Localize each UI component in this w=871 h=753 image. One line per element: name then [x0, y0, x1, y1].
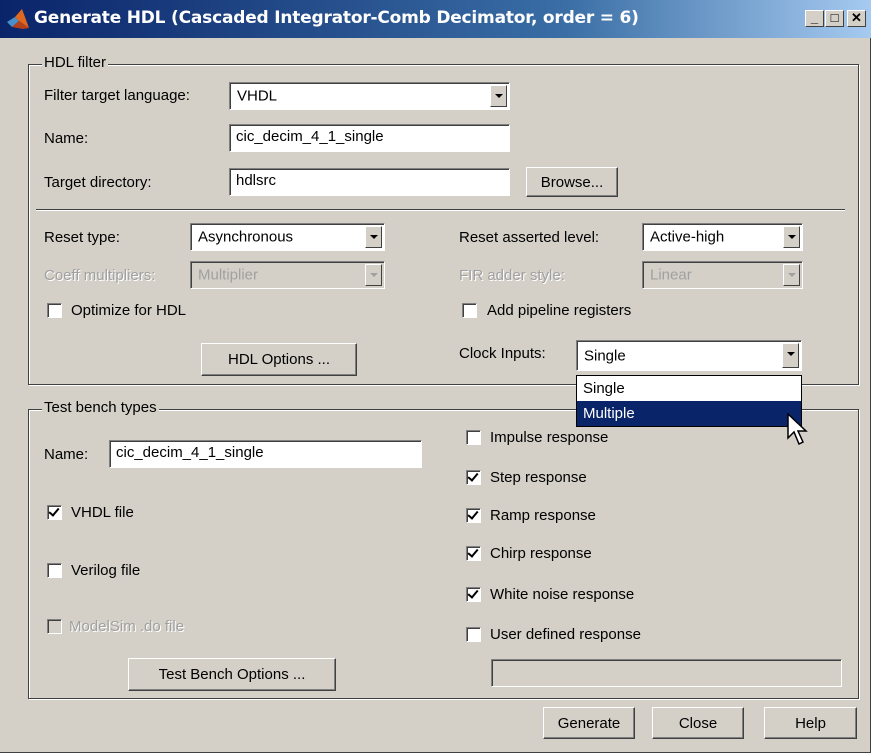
user-defined-response-input	[491, 659, 842, 687]
target-language-select[interactable]: VHDL	[229, 82, 510, 110]
generate-button[interactable]: Generate	[543, 707, 635, 739]
close-icon: ✕	[851, 10, 862, 25]
test-bench-group-label: Test bench types	[42, 399, 159, 416]
chevron-down-icon	[365, 264, 382, 286]
target-directory-label: Target directory:	[44, 174, 152, 191]
add-pipeline-registers-checkbox[interactable]	[462, 303, 477, 318]
verilog-file-checkbox[interactable]	[47, 563, 62, 578]
dropdown-option-multiple[interactable]: Multiple	[577, 401, 801, 426]
coeff-multipliers-select: Multiplier	[190, 261, 385, 289]
user-defined-response-label: User defined response	[490, 626, 641, 643]
clock-inputs-select[interactable]: Single	[576, 340, 802, 371]
clock-inputs-dropdown-list: Single Multiple	[576, 375, 802, 427]
impulse-response-checkbox[interactable]	[466, 430, 481, 445]
chevron-down-icon[interactable]	[782, 343, 799, 368]
modelsim-do-file-checkbox	[47, 619, 62, 634]
hdl-filter-group-label: HDL filter	[42, 54, 108, 71]
target-language-value: VHDL	[237, 87, 278, 105]
filter-name-input[interactable]: cic_decim_4_1_single	[229, 124, 510, 152]
white-noise-response-checkbox[interactable]	[466, 587, 481, 602]
step-response-label: Step response	[490, 469, 587, 486]
close-window-button[interactable]: ✕	[847, 10, 866, 27]
fir-adder-style-select: Linear	[642, 261, 803, 289]
step-response-checkbox[interactable]	[466, 470, 481, 485]
matlab-logo-icon	[7, 9, 29, 29]
separator-highlight	[36, 210, 845, 211]
vhdl-file-label: VHDL file	[71, 504, 134, 521]
chirp-response-checkbox[interactable]	[466, 546, 481, 561]
reset-type-value: Asynchronous	[198, 228, 294, 246]
ramp-response-checkbox[interactable]	[466, 508, 481, 523]
chirp-response-label: Chirp response	[490, 545, 592, 562]
reset-asserted-level-label: Reset asserted level:	[459, 229, 600, 246]
hdl-options-button[interactable]: HDL Options ...	[201, 343, 357, 376]
target-directory-input[interactable]: hdlsrc	[229, 168, 510, 196]
maximize-button[interactable]: □	[825, 10, 844, 27]
chevron-down-icon[interactable]	[365, 226, 382, 248]
user-defined-response-checkbox[interactable]	[466, 627, 481, 642]
minimize-icon: _	[810, 10, 819, 25]
modelsim-do-file-label: ModelSim .do file	[69, 618, 185, 635]
white-noise-response-label: White noise response	[490, 586, 635, 603]
reset-asserted-level-value: Active-high	[650, 228, 725, 246]
minimize-button[interactable]: _	[805, 10, 824, 27]
reset-type-label: Reset type:	[44, 229, 120, 246]
tb-name-label: Name:	[44, 446, 89, 463]
test-bench-options-button[interactable]: Test Bench Options ...	[128, 658, 336, 691]
coeff-multipliers-value: Multiplier	[198, 266, 259, 284]
fir-adder-style-label: FIR adder style:	[459, 267, 565, 284]
reset-asserted-level-select[interactable]: Active-high	[642, 223, 803, 251]
vhdl-file-checkbox[interactable]	[47, 505, 62, 520]
reset-type-select[interactable]: Asynchronous	[190, 223, 385, 251]
tb-name-input[interactable]: cic_decim_4_1_single	[109, 440, 422, 468]
window-title: Generate HDL (Cascaded Integrator-Comb D…	[34, 8, 639, 28]
name-label: Name:	[44, 130, 89, 147]
clock-inputs-value: Single	[584, 347, 626, 364]
generate-hdl-dialog: Generate HDL (Cascaded Integrator-Comb D…	[0, 0, 871, 753]
add-pipeline-registers-label: Add pipeline registers	[487, 302, 632, 319]
maximize-icon: □	[830, 10, 839, 25]
impulse-response-label: Impulse response	[490, 429, 609, 446]
coeff-multipliers-label: Coeff multipliers:	[44, 267, 156, 284]
verilog-file-label: Verilog file	[71, 562, 141, 579]
close-button[interactable]: Close	[652, 707, 744, 739]
browse-button[interactable]: Browse...	[526, 167, 618, 197]
help-button[interactable]: Help	[764, 707, 857, 739]
chevron-down-icon[interactable]	[490, 85, 507, 107]
title-bar[interactable]: Generate HDL (Cascaded Integrator-Comb D…	[0, 0, 871, 38]
fir-adder-style-value: Linear	[650, 266, 692, 284]
mouse-pointer-icon	[787, 413, 808, 446]
clock-inputs-label: Clock Inputs:	[459, 345, 546, 362]
target-language-label: Filter target language:	[44, 87, 190, 104]
chevron-down-icon[interactable]	[783, 226, 800, 248]
chevron-down-icon	[783, 264, 800, 286]
optimize-for-hdl-checkbox[interactable]	[47, 303, 62, 318]
dropdown-option-single[interactable]: Single	[577, 376, 801, 401]
optimize-for-hdl-label: Optimize for HDL	[71, 302, 187, 319]
ramp-response-label: Ramp response	[490, 507, 596, 524]
